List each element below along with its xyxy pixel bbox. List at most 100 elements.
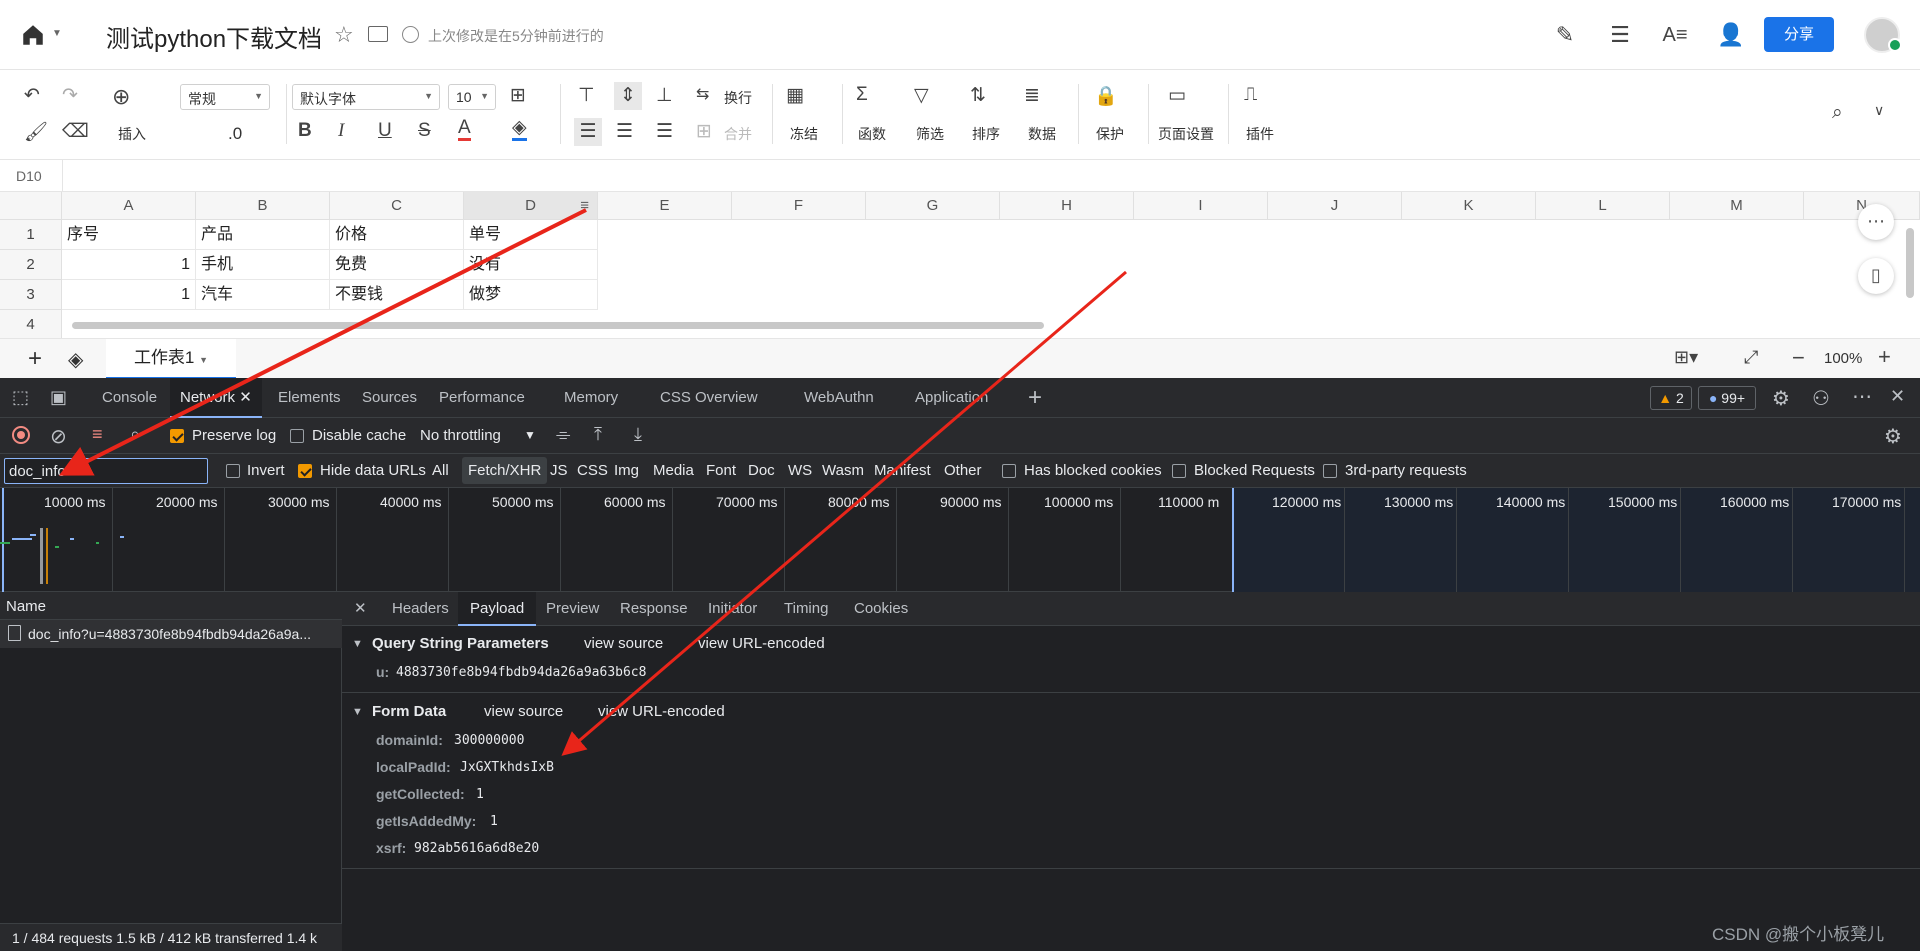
plugin-icon[interactable]: ⎍	[1244, 84, 1257, 106]
column-header-k[interactable]: K	[1402, 192, 1536, 220]
fill-color-icon[interactable]: ◈	[512, 118, 527, 141]
align-center-icon[interactable]: ☰	[616, 120, 633, 143]
plugin-label[interactable]: 插件	[1246, 124, 1274, 144]
bold-icon[interactable]: B	[298, 120, 312, 142]
tab-cookies[interactable]: Cookies	[846, 592, 916, 626]
issues-badge[interactable]: ● 99+	[1698, 386, 1756, 410]
wrap-icon[interactable]: ⇆	[696, 84, 709, 104]
column-header-g[interactable]: G	[866, 192, 1000, 220]
tab-memory[interactable]: Memory	[554, 378, 628, 418]
column-header-l[interactable]: L	[1536, 192, 1670, 220]
font-size-select[interactable]: 10 ▼	[448, 84, 496, 110]
wrap-label[interactable]: 换行	[724, 88, 752, 108]
redo-icon[interactable]: ↷	[62, 84, 78, 107]
import-har-icon[interactable]: ⤒	[594, 424, 602, 445]
align-top-icon[interactable]: ⊤	[578, 84, 595, 107]
cell-d1[interactable]: 单号	[464, 220, 598, 250]
tab-payload[interactable]: Payload	[458, 592, 537, 626]
tab-preview[interactable]: Preview	[538, 592, 607, 626]
form-view-url-encoded[interactable]: view URL-encoded	[598, 703, 725, 720]
tab-response[interactable]: Response	[612, 592, 696, 626]
column-header-a[interactable]: A	[62, 192, 196, 220]
export-har-icon[interactable]: ⤓	[634, 424, 642, 445]
warnings-badge[interactable]: ▲ 2	[1650, 386, 1692, 410]
form-data-title[interactable]: Form Data	[372, 703, 446, 720]
sort-icon[interactable]: ⇅	[970, 84, 986, 107]
blocked-cookies-checkbox[interactable]	[1002, 464, 1016, 478]
home-icon[interactable]	[20, 22, 46, 48]
cell-c1[interactable]: 价格	[330, 220, 464, 250]
filter-label[interactable]: 筛选	[916, 124, 944, 144]
type-font[interactable]: Font	[706, 462, 736, 479]
type-css[interactable]: CSS	[577, 462, 608, 479]
font-family-select[interactable]: 默认字体 ▼	[292, 84, 440, 110]
more-options-icon[interactable]: ⋯	[1852, 384, 1872, 409]
type-doc[interactable]: Doc	[748, 462, 775, 479]
row-header-1[interactable]: 1	[0, 220, 62, 250]
column-header-e[interactable]: E	[598, 192, 732, 220]
network-conditions-icon[interactable]: ⌯	[556, 424, 570, 445]
cell-b1[interactable]: 产品	[196, 220, 330, 250]
close-devtools-icon[interactable]: ✕	[1890, 386, 1905, 407]
tab-console[interactable]: Console	[92, 378, 167, 418]
star-icon[interactable]: ☆	[334, 22, 354, 48]
column-menu-icon[interactable]: ≡	[580, 192, 589, 220]
type-img[interactable]: Img	[614, 462, 639, 479]
column-header-h[interactable]: H	[1000, 192, 1134, 220]
cell-a2[interactable]: 1	[62, 250, 196, 280]
filter-icon[interactable]: ▽	[914, 84, 929, 107]
function-label[interactable]: 函数	[858, 124, 886, 144]
merge-icon[interactable]: ⊞	[696, 120, 712, 143]
close-detail-icon[interactable]: ✕	[354, 599, 367, 617]
menu-icon[interactable]: ☰	[1607, 22, 1633, 48]
column-header-i[interactable]: I	[1134, 192, 1268, 220]
zoom-level[interactable]: 100%	[1824, 350, 1862, 367]
record-icon[interactable]	[12, 426, 30, 444]
tab-performance[interactable]: Performance	[429, 378, 535, 418]
collapse-ribbon-icon[interactable]: ∨	[1874, 102, 1884, 119]
decimal-places[interactable]: .0	[228, 124, 242, 144]
sheet-tab[interactable]: 工作表1 ▼	[106, 339, 236, 379]
cell-d3[interactable]: 做梦	[464, 280, 598, 310]
search-icon[interactable]: ⌕	[1832, 102, 1843, 124]
spreadsheet-grid[interactable]: A B C D ≡ E F G H I J K L M N 1 2 3 4 序号 …	[0, 192, 1920, 338]
type-manifest[interactable]: Manifest	[874, 462, 931, 479]
blocked-requests-checkbox[interactable]	[1172, 464, 1186, 478]
tab-timing[interactable]: Timing	[776, 592, 836, 626]
move-to-folder-icon[interactable]	[368, 26, 388, 42]
type-fetch-xhr[interactable]: Fetch/XHR	[462, 457, 548, 484]
merge-label[interactable]: 合并	[724, 124, 752, 144]
tab-application[interactable]: Application	[905, 378, 998, 418]
close-tab-icon[interactable]: ✕	[239, 389, 252, 406]
inspect-icon[interactable]: ⬚	[12, 387, 29, 408]
settings-icon[interactable]: ⚙	[1772, 386, 1790, 411]
tab-css-overview[interactable]: CSS Overview	[650, 378, 768, 418]
sort-label[interactable]: 排序	[972, 124, 1000, 144]
type-wasm[interactable]: Wasm	[822, 462, 864, 479]
column-header-b[interactable]: B	[196, 192, 330, 220]
expand-form-icon[interactable]: ▼	[352, 706, 363, 718]
freeze-icon[interactable]: ▦	[786, 84, 804, 107]
align-bottom-icon[interactable]: ⊥	[656, 84, 673, 107]
clear-icon[interactable]: ⊘	[50, 424, 67, 449]
function-icon[interactable]: Σ	[856, 84, 868, 106]
edit-doc-icon[interactable]: ✎	[1552, 22, 1578, 48]
borders-icon[interactable]: ⊞	[510, 84, 526, 107]
home-dropdown-icon[interactable]: ▼	[52, 28, 62, 39]
vertical-scrollbar[interactable]	[1906, 228, 1914, 298]
align-middle-icon[interactable]: ⇕	[614, 82, 642, 110]
freeze-label[interactable]: 冻结	[790, 124, 818, 144]
tab-sources[interactable]: Sources	[352, 378, 427, 418]
preserve-log-checkbox[interactable]	[170, 429, 184, 443]
customize-icon[interactable]: ⚇	[1812, 386, 1830, 411]
tab-headers[interactable]: Headers	[384, 592, 457, 626]
column-header-d[interactable]: D ≡	[464, 192, 598, 220]
column-header-j[interactable]: J	[1268, 192, 1402, 220]
horizontal-scrollbar[interactable]	[72, 322, 1044, 329]
cell-c2[interactable]: 免费	[330, 250, 464, 280]
disable-cache-checkbox[interactable]	[290, 429, 304, 443]
insert-label[interactable]: 插入	[118, 124, 146, 144]
grid-view-icon[interactable]: ⊞▾	[1674, 347, 1698, 368]
tab-elements[interactable]: Elements	[268, 378, 351, 418]
device-toolbar-icon[interactable]: ▣	[50, 387, 67, 408]
